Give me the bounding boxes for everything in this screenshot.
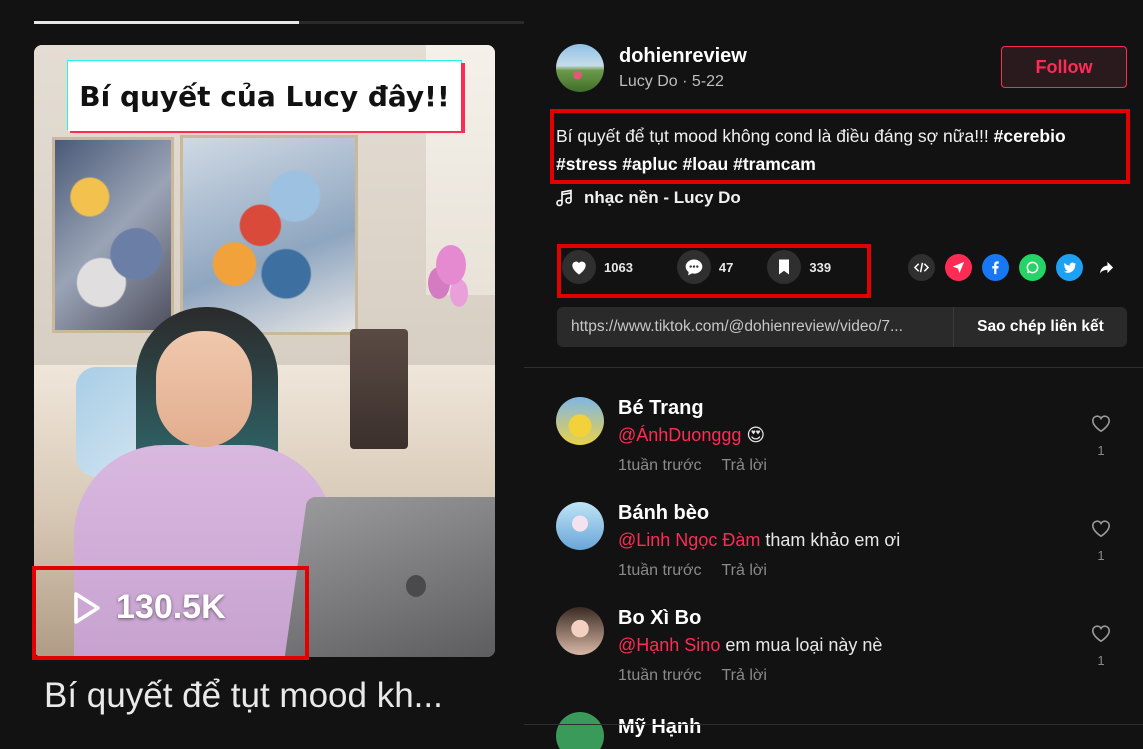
comment-text: @ÁnhDuonggg 😍 [618, 425, 765, 446]
commenter-name[interactable]: Bo Xì Bo [618, 607, 701, 630]
comment-mention[interactable]: @ÁnhDuonggg [618, 425, 741, 445]
comment-like-count: 1 [1097, 443, 1105, 458]
comment-mention[interactable]: @Hạnh Sino [618, 635, 720, 655]
comment-body: em mua loại này nè [720, 635, 883, 655]
commenter-avatar[interactable] [556, 607, 604, 655]
whatsapp-icon[interactable] [1019, 254, 1046, 281]
share-bar [908, 254, 1120, 281]
comment-like-count: 1 [1097, 653, 1105, 668]
comment-meta: 1tuần trước Trả lời [618, 457, 767, 475]
comment-item: Bánh bèo @Linh Ngọc Đàm tham khảo em ơi … [556, 502, 1126, 597]
commenter-name[interactable]: Mỹ Hạnh [618, 716, 701, 739]
author-avatar[interactable] [556, 44, 604, 92]
video-progress-bar[interactable] [34, 21, 524, 24]
commenter-avatar[interactable] [556, 712, 604, 749]
copy-link-button[interactable]: Sao chép liên kết [953, 307, 1127, 347]
video-title: Bí quyết để tụt mood kh... [44, 676, 443, 715]
commenter-name[interactable]: Bé Trang [618, 397, 704, 420]
share-arrow-icon[interactable] [1093, 254, 1120, 281]
video-scene-person [156, 331, 252, 447]
comment-like-count: 1 [1097, 548, 1105, 563]
twitter-icon[interactable] [1056, 254, 1083, 281]
comment-meta: 1tuần trước Trả lời [618, 562, 767, 580]
comment-text: @Linh Ngọc Đàm tham khảo em ơi [618, 530, 900, 551]
highlight-box-description [550, 109, 1130, 184]
highlight-box-stats [557, 244, 871, 298]
comment-like-button[interactable]: 1 [1088, 623, 1114, 668]
video-overlay-caption: Bí quyết của Lucy đây!! [68, 61, 461, 131]
comment-item: Bo Xì Bo @Hạnh Sino em mua loại này nè 1… [556, 607, 1126, 702]
comment-mention[interactable]: @Linh Ngọc Đàm [618, 530, 760, 550]
comment-time: 1tuần trước [618, 457, 702, 474]
commenter-name[interactable]: Bánh bèo [618, 502, 709, 525]
comment-item: Bé Trang @ÁnhDuonggg 😍 1tuần trước Trả lờ… [556, 397, 1126, 492]
music-note-icon [556, 189, 572, 207]
divider [524, 724, 1143, 725]
heart-outline-icon [1092, 415, 1110, 433]
commenter-avatar[interactable] [556, 397, 604, 445]
heart-outline-icon [1092, 625, 1110, 643]
share-link-box: https://www.tiktok.com/@dohienreview/vid… [557, 307, 1127, 347]
reply-button[interactable]: Trả lời [721, 457, 766, 475]
reply-button[interactable]: Trả lời [721, 667, 766, 685]
comment-body: tham khảo em ơi [760, 530, 901, 550]
comment-time: 1tuần trước [618, 562, 702, 579]
comment-time: 1tuần trước [618, 667, 702, 684]
comment-meta: 1tuần trước Trả lời [618, 667, 767, 685]
comment-body: 😍 [741, 425, 766, 445]
comment-text: @Hạnh Sino em mua loại này nè [618, 635, 882, 656]
video-scene-logo [406, 575, 426, 597]
video-scene-orchid [436, 245, 466, 285]
commenter-avatar[interactable] [556, 502, 604, 550]
highlight-box-views [32, 566, 309, 660]
video-scene-laptop [284, 497, 495, 657]
heart-outline-icon [1092, 520, 1110, 538]
facebook-icon[interactable] [982, 254, 1009, 281]
comment-like-button[interactable]: 1 [1088, 413, 1114, 458]
video-panel: Bí quyết của Lucy đây!! 130.5K Bí quyết … [0, 0, 524, 749]
video-scene-painting [180, 135, 358, 335]
video-scene-painting [52, 137, 174, 333]
author-username[interactable]: dohienreview [619, 45, 747, 68]
embed-icon[interactable] [908, 254, 935, 281]
music-link[interactable]: nhạc nền - Lucy Do [556, 188, 741, 208]
music-label: nhạc nền - Lucy Do [584, 188, 741, 207]
share-link-url[interactable]: https://www.tiktok.com/@dohienreview/vid… [557, 318, 953, 336]
send-icon[interactable] [945, 254, 972, 281]
author-name-date: Lucy Do · 5-22 [619, 73, 724, 90]
video-progress-fill [34, 21, 299, 24]
details-panel: dohienreview Lucy Do · 5-22 Follow Bí qu… [524, 0, 1143, 749]
video-scene-lamp [350, 329, 408, 449]
comment-like-button[interactable]: 1 [1088, 518, 1114, 563]
follow-button[interactable]: Follow [1001, 46, 1127, 88]
reply-button[interactable]: Trả lời [721, 562, 766, 580]
divider [524, 367, 1143, 368]
